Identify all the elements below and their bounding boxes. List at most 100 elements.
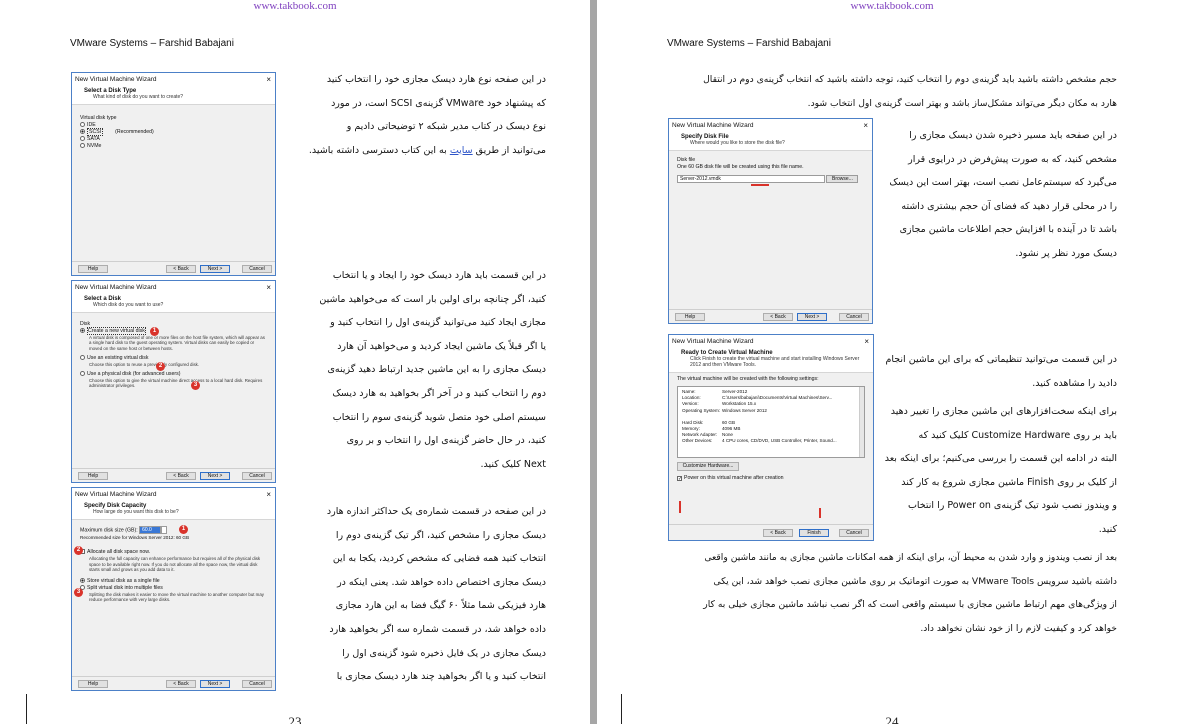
close-icon[interactable]: × bbox=[864, 335, 869, 348]
help-button[interactable]: Help bbox=[78, 265, 108, 273]
disk-file-input[interactable]: Server-2012.vmdk bbox=[677, 175, 825, 183]
radio-sata[interactable]: SATA bbox=[80, 136, 267, 143]
text-line: انتخاب کنید همه فضایی که مشخص کردید، یکج… bbox=[332, 553, 546, 565]
checkbox-power-on[interactable]: ✓ Power on this virtual machine after cre… bbox=[677, 475, 865, 482]
arrow-up-icon bbox=[819, 508, 821, 518]
text-line: بعد از نصب ویندوز و وارد شدن به محیط آن،… bbox=[704, 552, 1117, 563]
text-line: می‌گیرد که سیستم‌عامل نصب است، بهتر است … bbox=[889, 177, 1117, 189]
option-description: Choose this option to give the virtual m… bbox=[89, 377, 263, 389]
cancel-button[interactable]: Cancel bbox=[242, 472, 272, 480]
text-line: یا اگر قبلاً یک ماشین ایجاد کردید و می‌خ… bbox=[337, 340, 546, 352]
next-button[interactable]: Next > bbox=[200, 265, 230, 273]
radio-create-new-disk[interactable]: Create a new virtual disk bbox=[80, 327, 267, 335]
text-line: باشد تا در آینده با افزایش حجم اطلاعات م… bbox=[899, 224, 1117, 236]
text-line: برای اینکه سخت‌افزارهای این ماشین مجازی … bbox=[890, 406, 1117, 417]
customize-hardware-button[interactable]: Customize Hardware... bbox=[677, 462, 739, 471]
text-line: البته در ادامه این قسمت را بررسی می‌کنیم… bbox=[884, 453, 1117, 465]
finish-button[interactable]: Finish bbox=[799, 529, 829, 537]
dialog-header: Specify Disk File Where would you like to… bbox=[669, 132, 872, 151]
close-icon[interactable]: × bbox=[266, 488, 271, 501]
site-link[interactable]: سایت bbox=[450, 145, 473, 156]
dialog-footer: Help < Back Next > Cancel bbox=[72, 261, 275, 275]
radio-label: Store virtual disk as a single file bbox=[87, 577, 160, 584]
cancel-button[interactable]: Cancel bbox=[242, 265, 272, 273]
radio-label: SCSI bbox=[87, 128, 104, 136]
dialog-footer: Help < Back Next > Cancel bbox=[669, 309, 872, 323]
dialog-titlebar: New Virtual Machine Wizard × bbox=[72, 73, 275, 86]
left-page: www.takbook.com VMware Systems – Farshid… bbox=[0, 0, 590, 724]
dialog-footer: Help < Back Next > Cancel bbox=[72, 676, 275, 690]
cancel-button[interactable]: Cancel bbox=[839, 313, 869, 321]
radio-physical-disk[interactable]: Use a physical disk (for advanced users) bbox=[80, 370, 267, 378]
next-button[interactable]: Next > bbox=[200, 680, 230, 688]
disk-file-info: One 60 GB disk file will be created usin… bbox=[677, 164, 804, 170]
back-button[interactable]: < Back bbox=[763, 313, 793, 321]
radio-ide[interactable]: IDE bbox=[80, 122, 267, 129]
radio-nvme[interactable]: NVMe bbox=[80, 143, 267, 150]
text-line: و ویندوز نصب شود تیک گزینه‌ی Power on را… bbox=[907, 500, 1117, 512]
arrow-annotation bbox=[751, 184, 769, 186]
disk-size-label: Maximum disk size (GB): bbox=[80, 527, 138, 534]
next-button[interactable]: Next > bbox=[797, 313, 827, 321]
option-description: Choose this option to reuse a previously… bbox=[89, 362, 200, 368]
cancel-button[interactable]: Cancel bbox=[242, 680, 272, 688]
back-button[interactable]: < Back bbox=[166, 265, 196, 273]
text-line: مشخص کنید، که به صورت پیش‌فرض در درایوی … bbox=[908, 153, 1117, 165]
text-line: حجم مشخص داشته باشید باید گزینه‌ی دوم را… bbox=[703, 74, 1117, 85]
text-line: از ویژگی‌های مهم ارتباط ماشین مجازی با س… bbox=[703, 599, 1117, 611]
next-button[interactable]: Next > bbox=[200, 472, 230, 480]
settings-summary[interactable]: Name: Server-2012 Location: C:\Users\babaj… bbox=[677, 386, 865, 458]
help-button[interactable]: Help bbox=[78, 472, 108, 480]
dialog-titlebar: New Virtual Machine Wizard × bbox=[72, 281, 275, 294]
text-line: در این صفحه باید مسیر ذخیره شدن دیسک مجا… bbox=[909, 130, 1117, 141]
back-button[interactable]: < Back bbox=[763, 529, 793, 537]
disk-size-input[interactable]: 60.0 bbox=[139, 526, 162, 534]
back-button[interactable]: < Back bbox=[166, 680, 196, 688]
help-button[interactable]: Help bbox=[78, 680, 108, 688]
checkbox-allocate[interactable]: Allocate all disk space now. bbox=[80, 549, 267, 556]
radio-icon bbox=[80, 122, 85, 127]
text-line: در این صفحه در قسمت شماره‌ی یک حداکثر ان… bbox=[326, 506, 546, 517]
back-button[interactable]: < Back bbox=[166, 472, 196, 480]
close-icon[interactable]: × bbox=[266, 281, 271, 294]
radio-split-files[interactable]: Split virtual disk into multiple files bbox=[80, 584, 267, 592]
settings-intro: The virtual machine will be created with… bbox=[677, 376, 819, 382]
radio-single-file[interactable]: Store virtual disk as a single file bbox=[80, 577, 267, 585]
close-icon[interactable]: × bbox=[863, 119, 868, 132]
setting-value: Windows Server 2012 bbox=[722, 407, 767, 413]
dialog-footer: Help < Back Next > Cancel bbox=[72, 468, 275, 482]
dialog-header: Ready to Create Virtual Machine Click Fin… bbox=[669, 348, 873, 373]
disk-size-spinner[interactable] bbox=[161, 526, 168, 534]
dialog-select-disk: New Virtual Machine Wizard × Select a Dis… bbox=[71, 280, 276, 483]
text-line: باید بر روی Customize Hardware کلیک کنید… bbox=[918, 429, 1117, 441]
help-button[interactable]: Help bbox=[675, 313, 705, 321]
radio-scsi[interactable]: SCSI (Recommended) bbox=[80, 128, 267, 136]
dialog-body: Disk file One 60 GB disk file will be cr… bbox=[669, 151, 872, 187]
scrollbar[interactable] bbox=[859, 387, 864, 457]
radio-existing-disk[interactable]: Use an existing virtual disk bbox=[80, 355, 267, 362]
callout-badge-2: 2 bbox=[156, 362, 165, 371]
dialog-select-disk-type: New Virtual Machine Wizard × Select a Dis… bbox=[71, 72, 276, 276]
text-line: دیسک مجازی را مشخص کنید، اگر تیک گزینه‌ی… bbox=[335, 529, 546, 541]
recommended-size: Recommended size for Windows Server 2012… bbox=[80, 535, 190, 541]
dialog-title: New Virtual Machine Wizard bbox=[672, 338, 754, 345]
page-number: 24 bbox=[885, 714, 899, 724]
option-description: A virtual disk is composed of one or mor… bbox=[89, 335, 265, 351]
callout-badge-1: 1 bbox=[150, 327, 159, 336]
dialog-titlebar: New Virtual Machine Wizard × bbox=[72, 488, 275, 501]
text-line: داشته باشید سرویس VMware Tools به صورت ا… bbox=[713, 575, 1117, 587]
text-line: در این صفحه نوع هارد دیسک مجازی خود را ا… bbox=[326, 74, 546, 85]
text-line: انتخاب کنید و یا اگر بخواهید چند هارد دی… bbox=[336, 671, 546, 683]
browse-button[interactable]: Browse... bbox=[826, 175, 859, 183]
right-page: www.takbook.com VMware Systems – Farshid… bbox=[597, 0, 1187, 724]
page-number: 23 bbox=[288, 714, 302, 724]
close-icon[interactable]: × bbox=[266, 73, 271, 86]
checkbox-icon: ✓ bbox=[677, 476, 683, 482]
text-line: داده خواهد شد، در قسمت شماره سه اگر بخوا… bbox=[329, 623, 546, 635]
cancel-button[interactable]: Cancel bbox=[839, 529, 869, 537]
checkbox-label: Power on this virtual machine after crea… bbox=[684, 475, 784, 481]
dialog-subheading: Which disk do you want to use? bbox=[93, 302, 164, 308]
radio-icon bbox=[80, 136, 85, 141]
text-line: را در محلی قرار دهید که فضای آن حجم بیشت… bbox=[901, 200, 1117, 212]
watermark: www.takbook.com bbox=[850, 0, 934, 12]
